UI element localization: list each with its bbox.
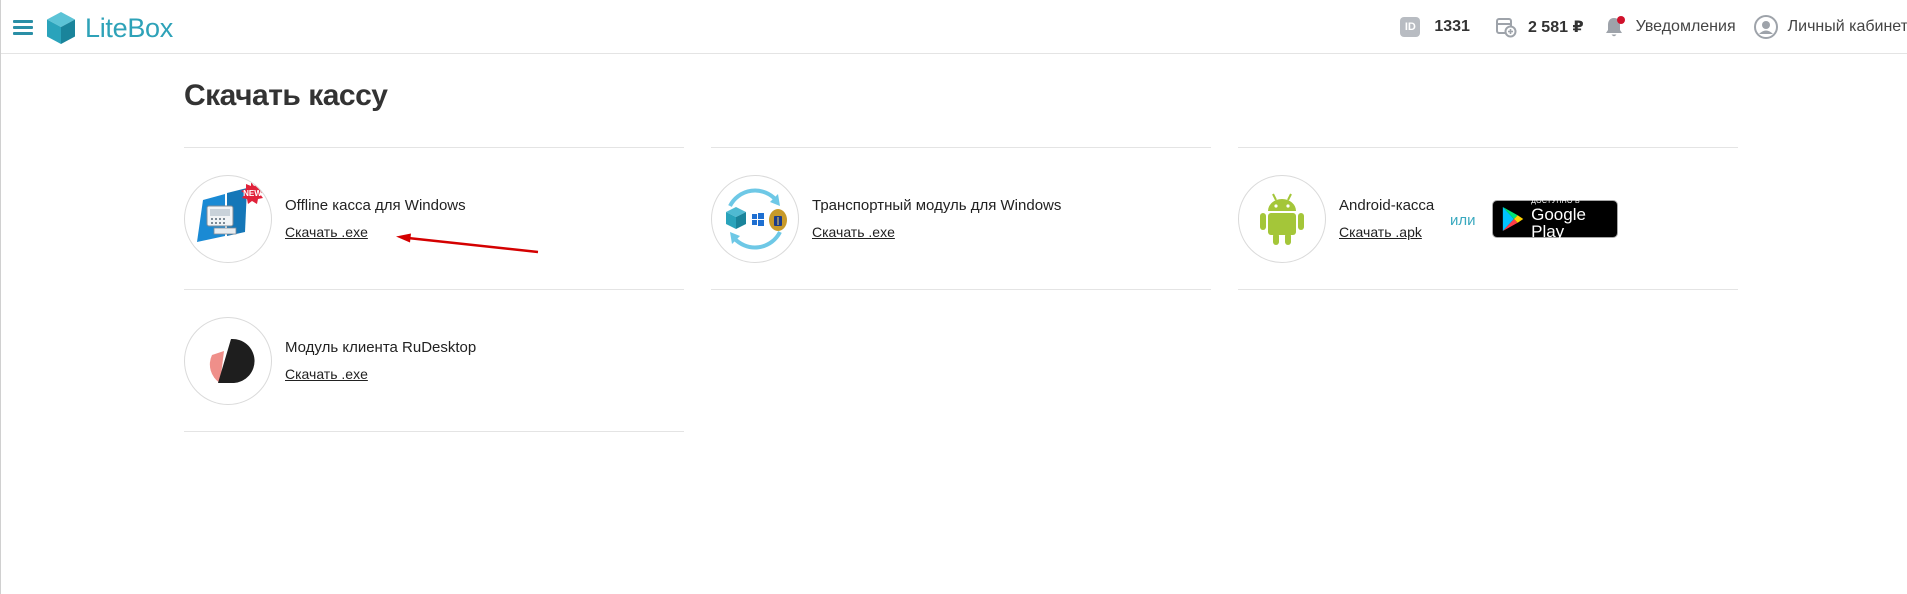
logo[interactable]: LiteBox	[45, 11, 173, 45]
litebox-cube-icon	[47, 12, 75, 44]
card-title: Offline касса для Windows	[285, 197, 466, 214]
transport-module-icon	[711, 175, 799, 263]
page-title: Скачать кассу	[184, 79, 388, 112]
new-badge: NEW	[243, 189, 262, 198]
notifications-label: Уведомления	[1635, 18, 1736, 35]
balance-value: 2 581 ₽	[1527, 19, 1584, 36]
google-play-badge-big-text: Google Play	[1531, 205, 1586, 241]
account-id: ID 1331	[1400, 17, 1470, 37]
or-label: или	[1450, 212, 1476, 229]
card-title: Транспортный модуль для Windows	[812, 197, 1062, 214]
download-exe-link[interactable]: Скачать .exe	[812, 224, 895, 240]
header-right: ID 1331 2 581 ₽ Уведомления Личный кабин…	[1382, 0, 1907, 54]
divider	[184, 289, 684, 290]
download-card-offline-kassa: NEW Offline касса для Windows Скачать .e…	[184, 147, 684, 290]
id-badge-icon: ID	[1400, 17, 1421, 37]
notification-dot	[1616, 16, 1625, 24]
download-exe-link[interactable]: Скачать .exe	[285, 366, 368, 382]
account[interactable]: Личный кабинет	[1753, 15, 1907, 39]
download-card-transport-module: Транспортный модуль для Windows Скачать …	[711, 147, 1211, 290]
offline-kassa-new-icon: NEW	[184, 175, 272, 263]
balance[interactable]: 2 581 ₽	[1494, 15, 1584, 39]
download-exe-link[interactable]: Скачать .exe	[285, 224, 368, 240]
card-title: Android-касса	[1339, 197, 1435, 214]
account-label: Личный кабинет	[1787, 18, 1907, 35]
download-card-android: Android-касса Скачать .apk или ДОСТУПНО …	[1238, 147, 1738, 290]
card-title: Модуль клиента RuDesktop	[285, 339, 477, 356]
google-play-badge[interactable]: ДОСТУПНО В Google Play	[1492, 198, 1618, 241]
notifications[interactable]: Уведомления	[1602, 15, 1736, 39]
android-icon	[1238, 175, 1326, 263]
wallet-icon	[1494, 15, 1518, 39]
top-bar: LiteBox ID 1331 2 581 ₽ Уведомления Личн…	[1, 0, 1907, 54]
download-apk-link[interactable]: Скачать .apk	[1339, 224, 1422, 240]
red-arrow-annotation	[396, 233, 539, 254]
divider	[1238, 289, 1738, 290]
rudesktop-icon	[184, 317, 272, 405]
google-play-icon	[1502, 206, 1524, 232]
bell-icon	[1602, 15, 1626, 39]
logo-text: LiteBox	[85, 12, 173, 43]
account-id-value: 1331	[1434, 18, 1470, 35]
menu-burger-icon[interactable]	[13, 20, 33, 35]
download-card-rudesktop: Модуль клиента RuDesktop Скачать .exe	[184, 289, 684, 432]
divider	[711, 289, 1211, 290]
user-avatar-icon	[1753, 15, 1778, 39]
google-play-badge-small-text: ДОСТУПНО В	[1531, 198, 1580, 205]
